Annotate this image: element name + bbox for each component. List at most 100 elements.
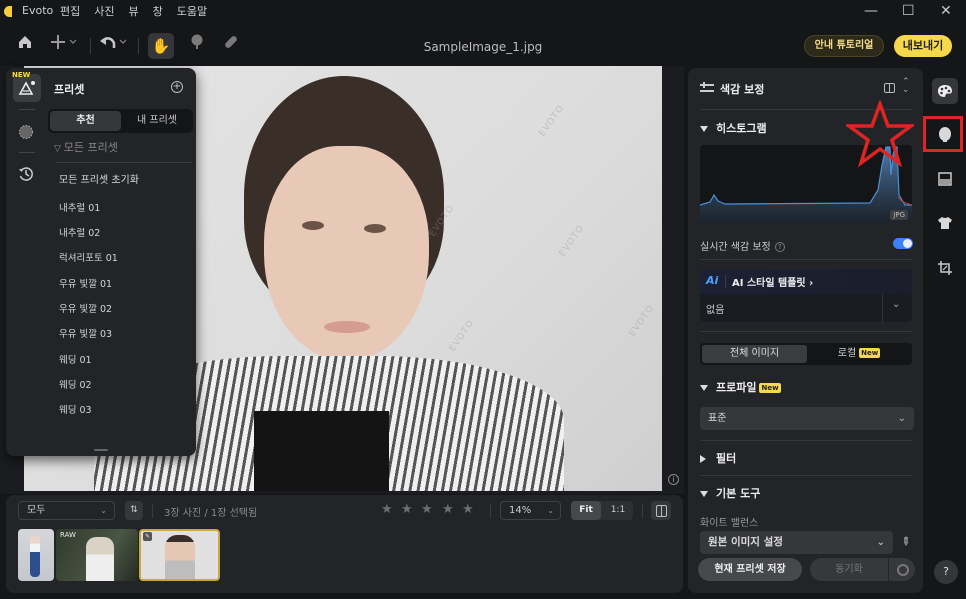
ai-divider: [882, 294, 883, 322]
annotation-star: [846, 100, 914, 168]
sync-settings-icon[interactable]: [889, 558, 915, 581]
photo-filter-select[interactable]: 모두 ⌄: [18, 501, 115, 520]
thumbnail-figure: [86, 537, 114, 581]
export-button[interactable]: 내보내기: [894, 35, 952, 57]
menu-window[interactable]: 창: [153, 3, 163, 19]
new-badge: New: [859, 348, 881, 358]
chevron-down-icon: ⌄: [876, 537, 885, 548]
palette-icon[interactable]: [932, 78, 958, 104]
sort-button[interactable]: ⇅: [125, 501, 143, 520]
preset-item[interactable]: 웨딩 03: [59, 402, 92, 416]
profile-section-header[interactable]: 프로파일 New: [700, 379, 781, 395]
help-button[interactable]: ?: [934, 560, 958, 584]
edited-icon: ✎: [143, 532, 152, 541]
filter-section-header[interactable]: 필터: [700, 450, 736, 466]
tab-recommended[interactable]: 추천: [50, 111, 121, 131]
help-circle-icon[interactable]: ?: [774, 242, 785, 252]
sync-button[interactable]: 동기화: [810, 558, 888, 581]
app-name: Evoto: [22, 4, 54, 17]
histogram-section-header[interactable]: 히스토그램: [700, 120, 767, 136]
rating-star-1[interactable]: ★: [381, 502, 393, 517]
watermark: EVOTO: [537, 103, 567, 139]
fit-button[interactable]: Fit: [571, 501, 601, 520]
layout-icon[interactable]: [884, 83, 895, 93]
expand-collapse-icon[interactable]: ⌃ ⌄: [902, 78, 910, 95]
preset-title: 프리셋: [54, 83, 85, 96]
reset-all-presets[interactable]: 모든 프리셋 초기화: [59, 171, 139, 186]
thumbnail[interactable]: [18, 529, 54, 581]
basic-tools-title: 기본 도구: [716, 487, 761, 500]
photo-eye: [302, 221, 324, 230]
new-badge: New: [759, 383, 781, 393]
compare-view-icon[interactable]: [651, 501, 671, 520]
panel-title: 색감 보정: [720, 83, 765, 96]
caret-right-icon: [700, 455, 706, 463]
profile-title: 프로파일: [716, 381, 757, 394]
ai-template-value[interactable]: 없음: [706, 301, 724, 316]
thumbnail-selected[interactable]: ✎: [139, 529, 220, 581]
app-logo-icon: [4, 6, 12, 17]
photo-eye: [364, 224, 386, 233]
caret-down-icon: [700, 385, 708, 391]
ai-template-header[interactable]: Ai AI 스타일 템플릿 ›: [700, 269, 912, 294]
menu-edit[interactable]: 편집: [60, 3, 80, 19]
profile-select[interactable]: 표준 ⌄: [700, 407, 914, 430]
preset-item[interactable]: 럭셔리포토 01: [59, 250, 118, 264]
close-button[interactable]: ✕: [940, 3, 952, 19]
background-icon[interactable]: [932, 166, 958, 192]
maximize-button[interactable]: ☐: [902, 3, 915, 19]
photo-count: 3장 사진 / 1장 선택됨: [164, 508, 258, 519]
preset-item[interactable]: 웨딩 01: [59, 352, 92, 366]
rating-star-5[interactable]: ★: [462, 502, 474, 517]
watermark: EVOTO: [627, 303, 657, 339]
tab-full-image[interactable]: 전체 이미지: [702, 345, 807, 363]
realtime-toggle[interactable]: [893, 238, 913, 249]
menu-view[interactable]: 뷰: [129, 3, 139, 19]
photo-lips: [324, 321, 370, 333]
ai-logo-icon: Ai: [706, 274, 719, 287]
rating-star-4[interactable]: ★: [442, 502, 454, 517]
caret-down-icon: [700, 126, 708, 132]
photo-shirt: [254, 411, 389, 491]
tab-local[interactable]: 로컬 New: [808, 345, 910, 363]
preset-item[interactable]: 우유 빛깔 01: [59, 276, 112, 290]
thumbnail-figure: [165, 535, 195, 579]
clothing-icon[interactable]: [932, 210, 958, 236]
info-icon[interactable]: i: [668, 474, 679, 485]
ai-style-template: Ai AI 스타일 템플릿 › 없음 ⌄: [700, 269, 912, 322]
preset-filter[interactable]: ▽ 모든 프리셋: [54, 139, 118, 155]
menu-help[interactable]: 도움말: [177, 3, 207, 19]
tab-my-presets[interactable]: 내 프리셋: [123, 111, 191, 131]
texture-tool-icon[interactable]: [12, 118, 40, 146]
white-balance-select[interactable]: 원본 이미지 설정 ⌄: [700, 531, 893, 554]
save-preset-button[interactable]: 현재 프리셋 저장: [698, 558, 802, 581]
strip-divider: [19, 109, 35, 110]
title-bar: Evoto 편집 사진 뷰 창 도움말 — ☐ ✕: [0, 0, 966, 24]
chevron-down-icon[interactable]: ⌄: [892, 299, 900, 310]
watermark: EVOTO: [447, 318, 477, 354]
add-preset-icon[interactable]: +: [171, 81, 183, 93]
one-to-one-button[interactable]: 1:1: [603, 501, 633, 520]
panel-divider: [700, 475, 912, 476]
filmstrip: 모두 ⌄ ⇅ 3장 사진 / 1장 선택됨 ★ ★ ★ ★ ★ 14% ⌄ Fi…: [6, 495, 683, 593]
thumbnail[interactable]: RAW: [56, 529, 138, 581]
basic-tools-section-header[interactable]: 기본 도구: [700, 485, 760, 501]
tutorial-button[interactable]: 안내 튜토리얼: [804, 35, 884, 57]
preset-item[interactable]: 웨딩 02: [59, 377, 92, 391]
rating-star-2[interactable]: ★: [401, 502, 413, 517]
menu-photo[interactable]: 사진: [94, 3, 114, 19]
caret-down-icon: [700, 491, 708, 497]
preset-tabs: 추천 내 프리셋: [48, 109, 193, 133]
eyedropper-icon[interactable]: ✎: [898, 534, 914, 550]
minimize-button[interactable]: —: [864, 3, 878, 19]
zoom-select[interactable]: 14% ⌄: [500, 501, 561, 520]
preset-item[interactable]: 내추럴 02: [59, 225, 100, 239]
resize-handle[interactable]: [94, 449, 108, 451]
filter-title: 필터: [716, 452, 737, 465]
preset-item[interactable]: 우유 빛깔 02: [59, 301, 112, 315]
history-icon[interactable]: [12, 160, 40, 188]
preset-item[interactable]: 우유 빛깔 03: [59, 326, 112, 340]
crop-icon[interactable]: [932, 255, 958, 281]
rating-star-3[interactable]: ★: [421, 502, 433, 517]
preset-item[interactable]: 내추럴 01: [59, 200, 100, 214]
